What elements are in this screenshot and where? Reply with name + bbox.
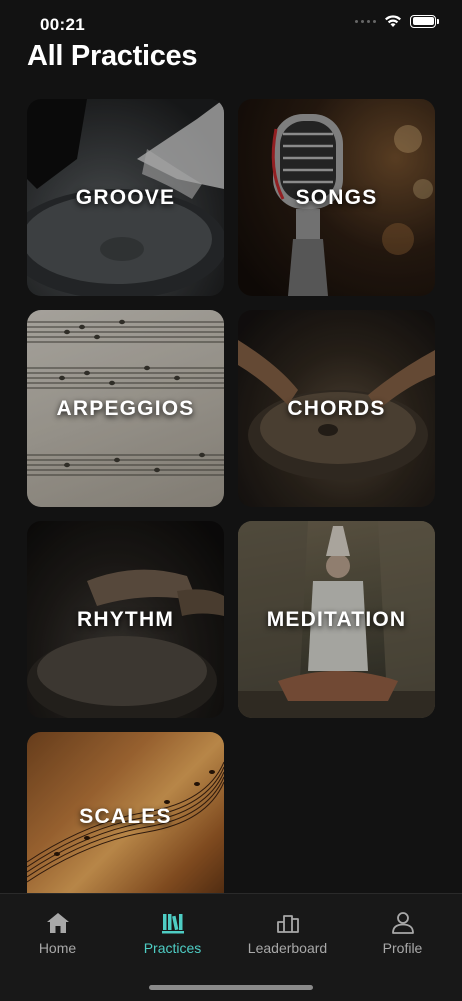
practice-card-label: CHORDS [287, 396, 386, 420]
page-title: All Practices [27, 40, 198, 72]
practice-card-songs[interactable]: SONGS [238, 99, 435, 296]
practice-card-scales[interactable]: SCALES [27, 732, 224, 902]
battery-icon [410, 14, 439, 28]
status-icons [355, 14, 439, 28]
practice-card-chords[interactable]: CHORDS [238, 310, 435, 507]
tab-leaderboard-label: Leaderboard [247, 940, 328, 956]
tab-home-label: Home [38, 940, 77, 956]
tab-leaderboard[interactable]: Leaderboard [230, 894, 345, 956]
wifi-icon [385, 15, 401, 27]
tab-profile[interactable]: Profile [345, 894, 460, 956]
practice-card-label: GROOVE [75, 185, 176, 209]
practices-icon [161, 914, 184, 934]
practice-card-groove[interactable]: GROOVE [27, 99, 224, 296]
status-bar: 00:21 [0, 0, 462, 44]
tab-profile-label: Profile [382, 940, 423, 956]
profile-icon [391, 912, 414, 934]
practice-card-label: SONGS [295, 185, 378, 209]
practice-card-label: ARPEGGIOS [56, 396, 195, 420]
practice-card-meditation[interactable]: MEDITATION [238, 521, 435, 718]
practice-card-label: RHYTHM [76, 607, 175, 631]
status-time: 00:21 [40, 15, 85, 34]
practice-card-rhythm[interactable]: RHYTHM [27, 521, 224, 718]
home-indicator [149, 985, 313, 990]
practice-card-label: MEDITATION [266, 607, 407, 631]
practice-card-label: SCALES [79, 805, 172, 828]
home-icon [46, 913, 69, 933]
tab-practices[interactable]: Practices [115, 894, 230, 956]
leaderboard-icon [276, 915, 299, 933]
tab-home[interactable]: Home [0, 894, 115, 956]
tab-practices-label: Practices [143, 940, 202, 956]
practice-card-arpeggios[interactable]: ARPEGGIOS [27, 310, 224, 507]
cellular-signal-icon [355, 19, 376, 23]
